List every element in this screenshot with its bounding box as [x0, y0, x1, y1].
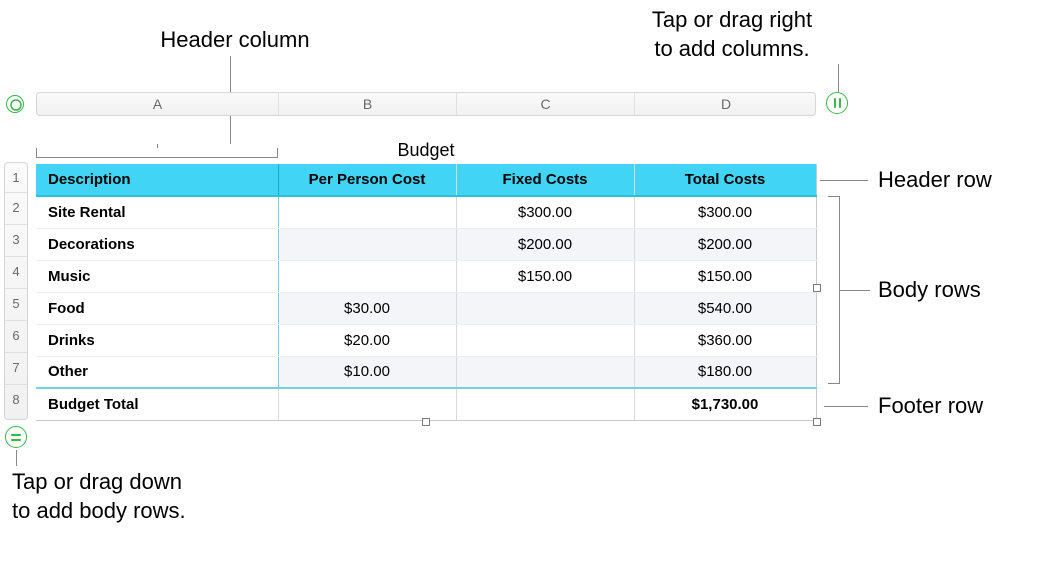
cell-desc[interactable]: Decorations [36, 228, 278, 260]
column-header-strip[interactable]: A B C D [36, 92, 816, 116]
table-selection-handle-icon[interactable] [6, 95, 24, 113]
header-description[interactable]: Description [36, 164, 278, 196]
cell-desc[interactable]: Drinks [36, 324, 278, 356]
table-row[interactable]: Drinks $20.00 $360.00 [36, 324, 816, 356]
table-row[interactable]: Food $30.00 $540.00 [36, 292, 816, 324]
selection-handle-icon[interactable] [813, 418, 821, 426]
row-header-5[interactable]: 5 [5, 289, 27, 321]
body-rows: Site Rental $300.00 $300.00 Decorations … [36, 196, 816, 388]
column-header-B[interactable]: B [279, 93, 457, 115]
row-header-4[interactable]: 4 [5, 257, 27, 289]
column-header-D[interactable]: D [635, 93, 817, 115]
row-header-3[interactable]: 3 [5, 225, 27, 257]
cell-per[interactable]: $30.00 [278, 292, 456, 324]
header-total-costs[interactable]: Total Costs [634, 164, 816, 196]
add-row-handle-icon[interactable] [5, 426, 27, 448]
selection-handle-icon[interactable] [422, 418, 430, 426]
cell-per[interactable] [278, 260, 456, 292]
callout-footer-row: Footer row [878, 392, 983, 421]
row-header-1[interactable]: 1 [5, 163, 27, 193]
cell-fixed[interactable] [456, 356, 634, 388]
table-title[interactable]: Budget [36, 140, 816, 161]
table-row[interactable]: Music $150.00 $150.00 [36, 260, 816, 292]
cell-per[interactable]: $10.00 [278, 356, 456, 388]
callout-line [824, 406, 868, 407]
selection-handle-icon[interactable] [813, 284, 821, 292]
footer-row[interactable]: Budget Total $1,730.00 [36, 388, 816, 420]
callout-line [838, 64, 839, 92]
cell-fixed[interactable]: $200.00 [456, 228, 634, 260]
cell-per[interactable] [278, 228, 456, 260]
row-header-strip[interactable]: 1 2 3 4 5 6 7 8 [4, 162, 28, 420]
cell-per[interactable]: $20.00 [278, 324, 456, 356]
budget-table[interactable]: Description Per Person Cost Fixed Costs … [36, 164, 817, 421]
add-column-handle-icon[interactable] [826, 92, 848, 114]
callout-line [820, 180, 868, 181]
footer-total[interactable]: $1,730.00 [634, 388, 816, 420]
cell-fixed[interactable]: $150.00 [456, 260, 634, 292]
footer-desc[interactable]: Budget Total [36, 388, 278, 420]
cell-total[interactable]: $540.00 [634, 292, 816, 324]
column-header-C[interactable]: C [457, 93, 635, 115]
cell-desc[interactable]: Other [36, 356, 278, 388]
cell-total[interactable]: $200.00 [634, 228, 816, 260]
cell-fixed[interactable] [456, 324, 634, 356]
cell-desc[interactable]: Music [36, 260, 278, 292]
header-fixed-costs[interactable]: Fixed Costs [456, 164, 634, 196]
header-per-person[interactable]: Per Person Cost [278, 164, 456, 196]
table-row[interactable]: Other $10.00 $180.00 [36, 356, 816, 388]
callout-add-body-rows: Tap or drag down to add body rows. [0, 468, 220, 525]
footer-fixed[interactable] [456, 388, 634, 420]
row-header-2[interactable]: 2 [5, 193, 27, 225]
header-row[interactable]: Description Per Person Cost Fixed Costs … [36, 164, 816, 196]
table-row[interactable]: Site Rental $300.00 $300.00 [36, 196, 816, 228]
row-header-7[interactable]: 7 [5, 353, 27, 385]
callout-header-column: Header column [150, 26, 320, 55]
cell-fixed[interactable] [456, 292, 634, 324]
table-row[interactable]: Decorations $200.00 $200.00 [36, 228, 816, 260]
cell-per[interactable] [278, 196, 456, 228]
row-header-6[interactable]: 6 [5, 321, 27, 353]
row-header-8[interactable]: 8 [5, 385, 27, 417]
cell-desc[interactable]: Food [36, 292, 278, 324]
cell-total[interactable]: $150.00 [634, 260, 816, 292]
cell-desc[interactable]: Site Rental [36, 196, 278, 228]
cell-fixed[interactable]: $300.00 [456, 196, 634, 228]
bracket-body-rows [828, 196, 840, 384]
cell-total[interactable]: $360.00 [634, 324, 816, 356]
cell-total[interactable]: $180.00 [634, 356, 816, 388]
callout-body-rows: Body rows [878, 276, 981, 305]
callout-add-columns: Tap or drag right to add columns. [602, 6, 862, 63]
callout-line [16, 450, 17, 466]
column-header-A[interactable]: A [37, 93, 279, 115]
footer-per[interactable] [278, 388, 456, 420]
callout-line [840, 290, 870, 291]
callout-header-row: Header row [878, 166, 992, 195]
cell-total[interactable]: $300.00 [634, 196, 816, 228]
